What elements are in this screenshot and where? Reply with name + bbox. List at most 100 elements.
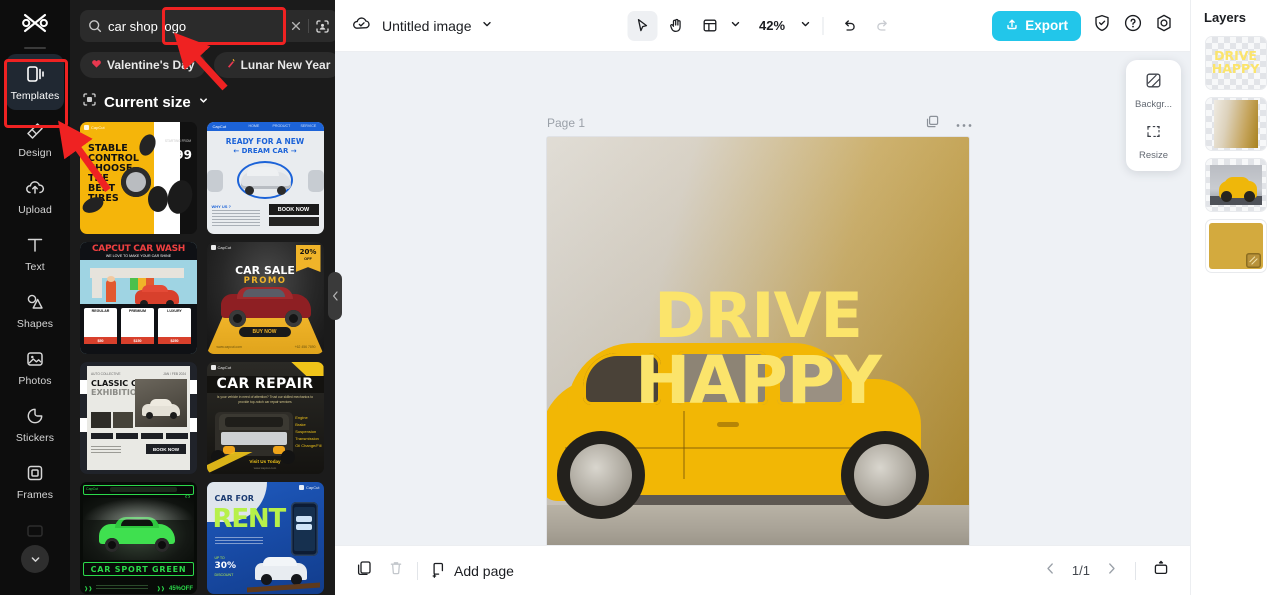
template-card-car-for-rent[interactable]: CapCut CAR FOR RENT UP TO 30% DISCOUNT — [206, 482, 324, 594]
help-circle-icon[interactable] — [1123, 13, 1143, 38]
cloud-saved-icon[interactable] — [351, 13, 372, 39]
expand-panel-icon[interactable] — [1152, 559, 1170, 582]
template-card-car-repair[interactable]: CapCut CAR REPAIR Is your vehicle in nee… — [206, 362, 324, 474]
artboard[interactable]: DRIVE HAPPY — [547, 137, 969, 545]
background-button[interactable]: Backgr... — [1128, 71, 1180, 110]
background-label: Backgr... — [1135, 99, 1172, 110]
sidebar-item-frames[interactable]: Frames — [6, 453, 64, 509]
image-search-icon[interactable] — [315, 19, 330, 34]
select-tool[interactable] — [626, 10, 657, 41]
capcut-logo-icon[interactable] — [0, 0, 70, 46]
template-card-car-sale-promo[interactable]: CapCut 20% OFF CAR SALE PROMO BUY NOW ww… — [206, 242, 324, 354]
sidebar-item-design[interactable]: Design — [6, 111, 64, 167]
page-count: 1/1 — [1071, 563, 1090, 578]
sidebar-item-shapes[interactable]: Shapes — [6, 282, 64, 338]
bottom-divider — [417, 561, 418, 580]
layer-item-gradient[interactable] — [1205, 98, 1266, 150]
canvas-area[interactable]: Page 1 DRIVE HAPPY Backgr... Resize — [335, 52, 1190, 545]
sidebar-item-label: Photos — [18, 374, 52, 387]
search-icon — [88, 19, 102, 33]
text-icon — [24, 234, 46, 256]
top-toolbar: Untitled image 42% Export — [335, 0, 1190, 52]
template-card-classic-car-exhibition[interactable]: AUTO COLLECTIVE JAN / FEB 2024 CLASSIC C… — [80, 362, 197, 474]
template-card-car-sport-green[interactable]: CapCut CAR SPORT GREEN ❱❱ 45%OFF ❱❱ — [80, 482, 197, 594]
current-size-label: Current size — [104, 93, 191, 111]
design-icon — [24, 120, 46, 142]
sidebar-item-stickers[interactable]: Stickers — [6, 396, 64, 452]
duplicate-page-icon[interactable] — [925, 114, 940, 134]
trash-icon[interactable] — [387, 559, 405, 582]
bottom-toolbar: Add page 1/1 — [335, 545, 1190, 595]
settings-gear-icon[interactable] — [1154, 13, 1174, 38]
template-card-ready-for-a-new-dream-car[interactable]: CapCut HOME PRODUCT SERVICE READY FOR A … — [206, 122, 324, 234]
layer-text-preview: DRIVE HAPPY — [1206, 37, 1266, 89]
bottom-divider-2 — [1135, 561, 1136, 580]
current-size-selector[interactable]: Current size — [70, 78, 335, 122]
chevron-left-icon — [332, 291, 338, 301]
expand-more-button[interactable] — [21, 545, 49, 573]
document-title-chevron-down-icon[interactable] — [481, 17, 493, 35]
redo-icon — [877, 20, 887, 31]
layout-tool[interactable] — [695, 11, 725, 41]
shield-check-icon[interactable] — [1092, 13, 1112, 38]
sidebar-item-text[interactable]: Text — [6, 225, 64, 281]
hand-tool[interactable] — [661, 11, 691, 41]
sidebar-item-label: Shapes — [16, 317, 54, 330]
photos-icon — [24, 348, 46, 370]
cursor-icon — [637, 18, 648, 32]
zoom-chevron-down-icon[interactable] — [799, 17, 811, 35]
template-brand-tag: CapCut — [84, 125, 105, 130]
chip-valentines-day[interactable]: Valentine's Day — [80, 52, 206, 78]
toolbar-right-actions: Export — [992, 10, 1174, 41]
resize-button[interactable]: Resize — [1128, 122, 1180, 161]
zoom-level[interactable]: 42% — [757, 18, 787, 33]
chip-label: Lunar New Year — [240, 58, 331, 72]
more-horizontal-icon[interactable] — [956, 115, 972, 133]
artboard-text-layer[interactable]: DRIVE HAPPY — [547, 137, 969, 545]
search-divider — [308, 19, 309, 33]
hand-icon — [670, 18, 681, 33]
template-card-capcut-car-wash[interactable]: CAPCUT CAR WASH WE LOVE TO MAKE YOUR CAR… — [80, 242, 197, 354]
resize-icon — [1144, 122, 1163, 146]
sidebar-item-templates[interactable]: Templates — [6, 54, 64, 110]
redo-button[interactable] — [868, 11, 898, 41]
stickers-icon — [24, 405, 46, 427]
duplicate-icon[interactable] — [355, 559, 373, 582]
add-page-button[interactable]: Add page — [430, 561, 514, 581]
search-box[interactable] — [80, 10, 338, 42]
canvas-tools: 42% — [626, 10, 898, 41]
add-page-label: Add page — [454, 562, 514, 579]
page-label: Page 1 — [547, 116, 586, 130]
upload-cloud-icon — [24, 177, 46, 199]
sidebar-item-photos[interactable]: Photos — [6, 339, 64, 395]
template-card-stable-control-tires[interactable]: STABLE CONTROL CHOOSE THE BEST TIRES $99 STAR… — [80, 122, 197, 234]
sidebar-item-label: Upload — [18, 203, 52, 216]
export-button[interactable]: Export — [992, 10, 1081, 41]
layer-text-line-2: HAPPY — [1211, 61, 1260, 76]
sidebar-item-upload[interactable]: Upload — [6, 168, 64, 224]
layer-item-background[interactable] — [1205, 220, 1266, 272]
search-input[interactable] — [108, 18, 284, 34]
layout-icon — [703, 19, 717, 32]
chip-lunar-new-year[interactable]: Lunar New Year — [213, 52, 335, 78]
collapse-panel-handle[interactable] — [328, 272, 342, 320]
document-title[interactable]: Untitled image — [382, 18, 472, 34]
layer-item-photo[interactable] — [1205, 159, 1266, 211]
next-page-icon[interactable] — [1104, 561, 1119, 581]
layer-photo-preview — [1209, 165, 1262, 205]
layout-chevron-down-icon[interactable] — [729, 17, 741, 35]
template-brand-tag: CapCut — [210, 365, 231, 370]
undo-button[interactable] — [834, 11, 864, 41]
chevron-down-icon — [198, 93, 209, 111]
shapes-icon — [24, 291, 46, 313]
artboard-text-line-2: HAPPY — [635, 342, 882, 420]
layer-item-text[interactable]: DRIVE HAPPY — [1205, 37, 1266, 89]
chevron-down-icon — [31, 556, 39, 562]
prev-page-icon[interactable] — [1043, 561, 1058, 581]
category-chips: Valentine's Day Lunar New Year — [70, 42, 335, 78]
close-icon[interactable] — [290, 20, 302, 32]
export-label: Export — [1025, 18, 1068, 33]
undo-icon — [845, 20, 855, 31]
templates-panel: Valentine's Day Lunar New Year Current s… — [70, 0, 378, 595]
rail-ghost-item — [25, 524, 45, 543]
